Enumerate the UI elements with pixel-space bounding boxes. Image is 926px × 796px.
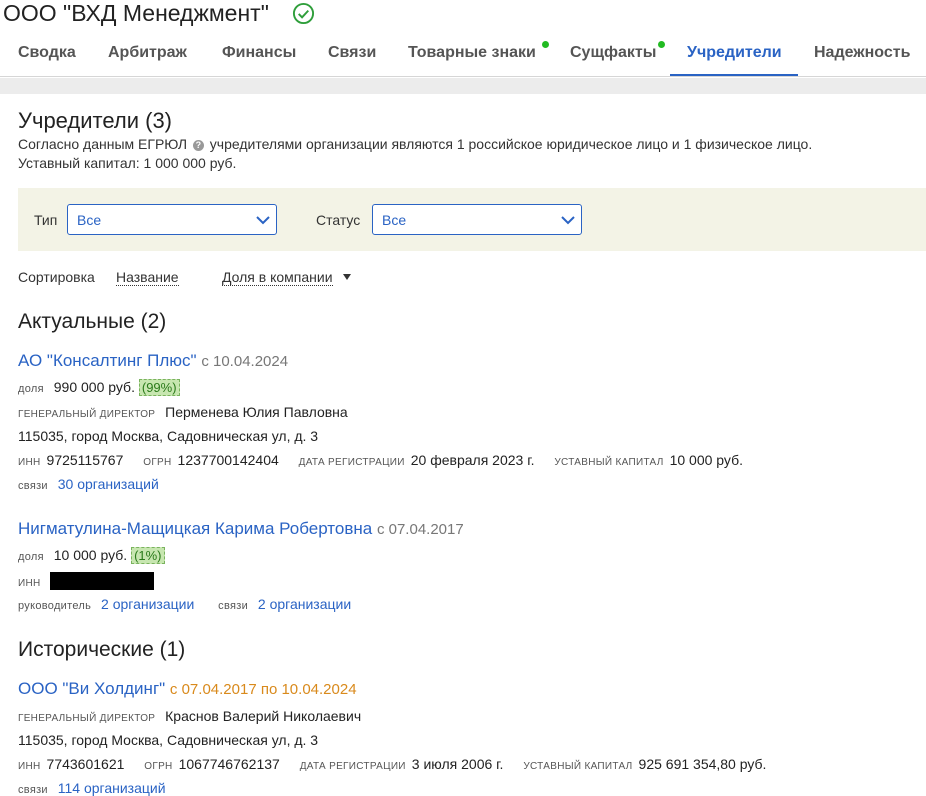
founder-since: с 10.04.2024: [201, 353, 289, 370]
header-separator: [0, 78, 926, 94]
founder-title: ООО "Ви Холдинг" с 07.04.2017 по 10.04.2…: [18, 679, 357, 699]
founders-intro: Согласно данным ЕГРЮЛ ? учредителями орг…: [18, 136, 812, 152]
inn-label: ИНН: [18, 578, 41, 589]
founder-name-link[interactable]: Нигматулина-Мащицкая Карима Робертовна: [18, 519, 372, 538]
info-icon[interactable]: ?: [192, 140, 204, 151]
redacted-inn: [50, 572, 155, 590]
founder-links-row: связи 114 организаций: [18, 780, 166, 796]
founder-name-link[interactable]: ООО "Ви Холдинг": [18, 679, 165, 698]
director-name: Краснов Валерий Николаевич: [165, 708, 362, 724]
status-filter-select[interactable]: Все: [372, 204, 582, 235]
tab-founders[interactable]: Учредители: [687, 44, 782, 62]
founder-director-row: генеральный директор Краснов Валерий Ник…: [18, 708, 361, 724]
check-circle-icon: [292, 2, 315, 25]
director-name: Перменева Юлия Павловна: [165, 404, 348, 420]
inn-value: 9725115767: [46, 452, 124, 468]
historical-founders-heading: Исторические (1): [18, 638, 186, 661]
ogrn-label: ОГРН: [144, 761, 173, 772]
founder-address: 115035, город Москва, Садовническая ул, …: [18, 732, 319, 748]
type-filter-label: Тип: [34, 212, 58, 228]
ogrn-value: 1067746762137: [178, 756, 280, 772]
links-label: связи: [18, 480, 48, 492]
links-count-link[interactable]: 114 организаций: [58, 780, 166, 796]
tab-material-facts[interactable]: Сущфакты: [570, 44, 656, 62]
status-filter-value: Все: [382, 212, 407, 228]
capital-label: уставный капитал: [523, 761, 633, 772]
share-percent-badge: (99%): [138, 379, 180, 396]
sort-by-name[interactable]: Название: [116, 269, 179, 286]
tab-trademarks[interactable]: Товарные знаки: [408, 44, 536, 62]
tab-summary[interactable]: Сводка: [18, 44, 76, 62]
head-links-link[interactable]: 2 организации: [101, 596, 194, 612]
inn-label: ИНН: [18, 457, 41, 468]
chevron-down-icon: [256, 216, 270, 225]
active-tab-indicator: [670, 74, 798, 76]
founder-links-row: руководитель 2 организации связи 2 орган…: [18, 596, 351, 612]
links-count-link[interactable]: 30 организаций: [58, 476, 159, 492]
ogrn-label: ОГРН: [143, 457, 172, 468]
director-label: генеральный директор: [18, 409, 156, 420]
founder-title: АО "Консалтинг Плюс" с 10.04.2024: [18, 351, 288, 371]
founder-details-row: ИНН 9725115767 ОГРН 1237700142404 дата рег…: [18, 452, 759, 468]
reg-date-label: дата регистрации: [298, 457, 405, 468]
authorized-capital: Уставный капитал: 1 000 000 руб.: [18, 155, 237, 171]
founder-period: с 07.04.2017 по 10.04.2024: [169, 681, 357, 698]
tab-finance[interactable]: Финансы: [222, 44, 296, 62]
intro-prefix: Согласно данным ЕГРЮЛ: [18, 136, 188, 152]
tab-material-facts-new-dot: [658, 41, 665, 48]
share-label: доля: [18, 383, 44, 395]
capital-label: уставный капитал: [554, 457, 664, 468]
capital-value: 925 691 354,80 руб.: [638, 756, 767, 772]
capital-value: 10 000 руб.: [669, 452, 743, 468]
company-title: ООО "ВХД Менеджмент": [3, 0, 269, 26]
links-label: связи: [18, 784, 48, 796]
head-label: руководитель: [18, 600, 92, 612]
founder-director-row: генеральный директор Перменева Юлия Павл…: [18, 404, 348, 420]
founder-title: Нигматулина-Мащицкая Карима Робертовна с…: [18, 519, 464, 539]
share-label: доля: [18, 551, 44, 563]
links-label: связи: [218, 600, 249, 612]
links-count-link[interactable]: 2 организации: [258, 596, 351, 612]
tab-reliability[interactable]: Надежность: [814, 44, 910, 62]
inn-label: ИНН: [18, 761, 41, 772]
tab-trademarks-new-dot: [542, 41, 549, 48]
ogrn-value: 1237700142404: [177, 452, 279, 468]
intro-suffix: учредителями организации являются 1 росс…: [209, 136, 813, 152]
filter-panel: Тип Все Статус Все: [18, 188, 926, 251]
tab-arbitration[interactable]: Арбитраж: [108, 44, 187, 62]
director-label: генеральный директор: [18, 713, 156, 724]
status-filter-label: Статус: [316, 212, 361, 228]
inn-value: 7743601621: [46, 756, 125, 772]
reg-date-value: 3 июля 2006 г.: [411, 756, 504, 772]
founder-share-row: доля 990 000 руб. (99%): [18, 379, 180, 396]
share-percent-badge: (1%): [131, 547, 165, 564]
type-filter-select[interactable]: Все: [67, 204, 277, 235]
current-founders-heading: Актуальные (2): [18, 310, 167, 333]
founder-since: с 07.04.2017: [376, 521, 464, 538]
page-title: Учредители (3): [18, 108, 173, 133]
type-filter-value: Все: [77, 212, 102, 228]
sort-by-share[interactable]: Доля в компании: [222, 269, 333, 286]
founder-details-row: ИНН 7743601621 ОГРН 1067746762137 дата рег…: [18, 756, 782, 772]
sort-label: Сортировка: [18, 269, 95, 285]
reg-date-label: дата регистрации: [299, 761, 406, 772]
founder-name-link[interactable]: АО "Консалтинг Плюс": [18, 351, 197, 370]
sort-desc-arrow-icon: [343, 274, 351, 280]
founder-address: 115035, город Москва, Садовническая ул, …: [18, 428, 319, 444]
founder-inn-row: ИНН: [18, 572, 155, 590]
founder-links-row: связи 30 организаций: [18, 476, 159, 492]
share-value: 10 000 руб.: [53, 547, 128, 563]
tab-connections[interactable]: Связи: [328, 44, 376, 62]
chevron-down-icon: [561, 216, 575, 225]
founder-share-row: доля 10 000 руб. (1%): [18, 547, 165, 564]
reg-date-value: 20 февраля 2023 г.: [410, 452, 535, 468]
tab-bar: Сводка Арбитраж Финансы Связи Товарные з…: [0, 30, 926, 77]
share-value: 990 000 руб.: [53, 379, 135, 395]
